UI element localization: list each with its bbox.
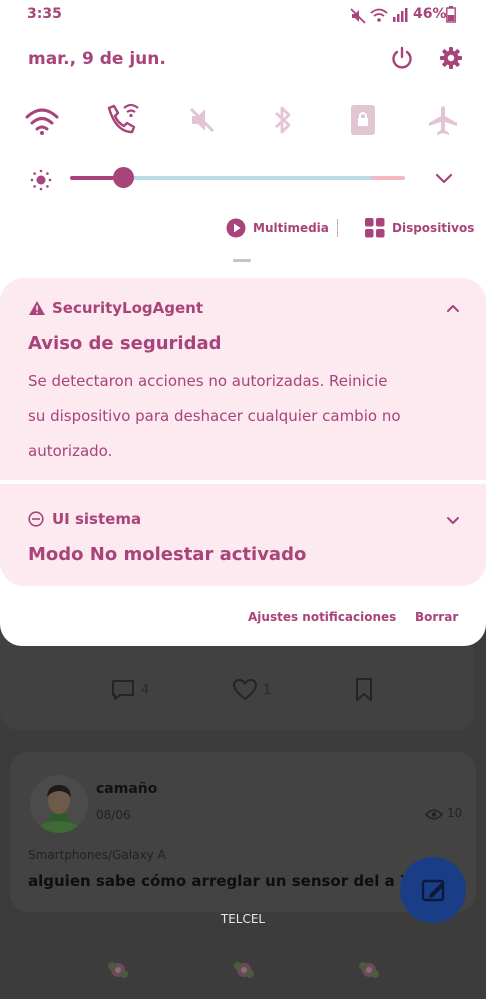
post-author[interactable]: camaño xyxy=(96,781,157,797)
eye-icon xyxy=(425,809,443,820)
post-title[interactable]: alguien sabe cómo arreglar un sensor del… xyxy=(28,872,421,890)
notification-body-line: Se detectaron acciones no autorizadas. R… xyxy=(28,372,388,390)
power-icon[interactable] xyxy=(390,46,414,70)
brightness-icon xyxy=(30,169,52,191)
brightness-track[interactable] xyxy=(124,176,371,180)
wifi-icon xyxy=(370,8,388,22)
status-time: 3:35 xyxy=(27,6,62,22)
notification-dnd[interactable]: UI sistema Modo No molestar activado xyxy=(0,484,486,586)
clear-all-button[interactable]: Borrar xyxy=(415,610,458,624)
notification-settings-button[interactable]: Ajustes notificaciones xyxy=(248,610,396,624)
notification-app-name: SecurityLogAgent xyxy=(52,299,204,317)
bluetooth-toggle[interactable] xyxy=(272,104,294,136)
notification-app-name: UI sistema xyxy=(52,510,142,528)
battery-icon xyxy=(446,6,456,23)
brightness-track-end xyxy=(371,176,405,180)
notification-body-line: autorizado. xyxy=(28,442,113,460)
brightness-slider-thumb[interactable] xyxy=(113,167,134,188)
play-icon xyxy=(226,218,246,238)
wifi-toggle[interactable] xyxy=(25,106,59,136)
panel-date[interactable]: mar., 9 de jun. xyxy=(28,49,166,69)
gear-icon[interactable] xyxy=(439,46,463,70)
carrier-label: TELCEL xyxy=(220,912,266,926)
notification-panel: 3:35 46% mar., 9 de jun. Multimedia Disp… xyxy=(0,0,486,646)
panel-drag-handle[interactable] xyxy=(233,259,251,262)
portrait-lock-toggle[interactable] xyxy=(350,104,376,136)
notification-body: Se detectaron acciones no autorizadas. R… xyxy=(28,364,468,469)
chevron-down-icon[interactable] xyxy=(435,172,453,186)
chevron-down-icon[interactable] xyxy=(446,515,460,525)
devices-icon xyxy=(365,218,385,238)
flower-decoration-icon xyxy=(108,962,128,978)
chevron-up-icon[interactable] xyxy=(446,303,460,313)
signal-icon xyxy=(393,8,408,22)
battery-percent: 46% xyxy=(413,6,447,22)
notification-body-line: su dispositivo para deshacer cualquier c… xyxy=(28,407,401,425)
airplane-toggle[interactable] xyxy=(427,104,459,136)
mute-icon xyxy=(350,8,366,24)
sound-off-toggle[interactable] xyxy=(188,106,216,134)
notification-title: Aviso de seguridad xyxy=(28,333,222,354)
devices-button[interactable]: Dispositivos xyxy=(392,221,474,235)
notification-security[interactable]: SecurityLogAgent Aviso de seguridad Se d… xyxy=(0,278,486,480)
wifi-calling-toggle[interactable] xyxy=(104,102,140,136)
like-count: 1 xyxy=(263,683,272,698)
post-category[interactable]: Smartphones/Galaxy A xyxy=(28,848,166,862)
flower-decoration-icon xyxy=(359,962,379,978)
like-icon[interactable] xyxy=(232,678,258,702)
avatar xyxy=(30,775,88,833)
do-not-disturb-icon xyxy=(28,511,44,527)
warning-icon xyxy=(29,301,45,315)
bookmark-icon[interactable] xyxy=(354,677,374,703)
flower-decoration-icon xyxy=(234,962,254,978)
comment-icon[interactable] xyxy=(110,678,136,702)
notification-title: Modo No molestar activado xyxy=(28,544,307,565)
media-devices-divider xyxy=(337,219,338,237)
post-views: 10 xyxy=(447,806,463,820)
comment-count: 4 xyxy=(141,683,150,698)
media-button[interactable]: Multimedia xyxy=(253,221,329,235)
post-date: 08/06 xyxy=(96,808,131,822)
